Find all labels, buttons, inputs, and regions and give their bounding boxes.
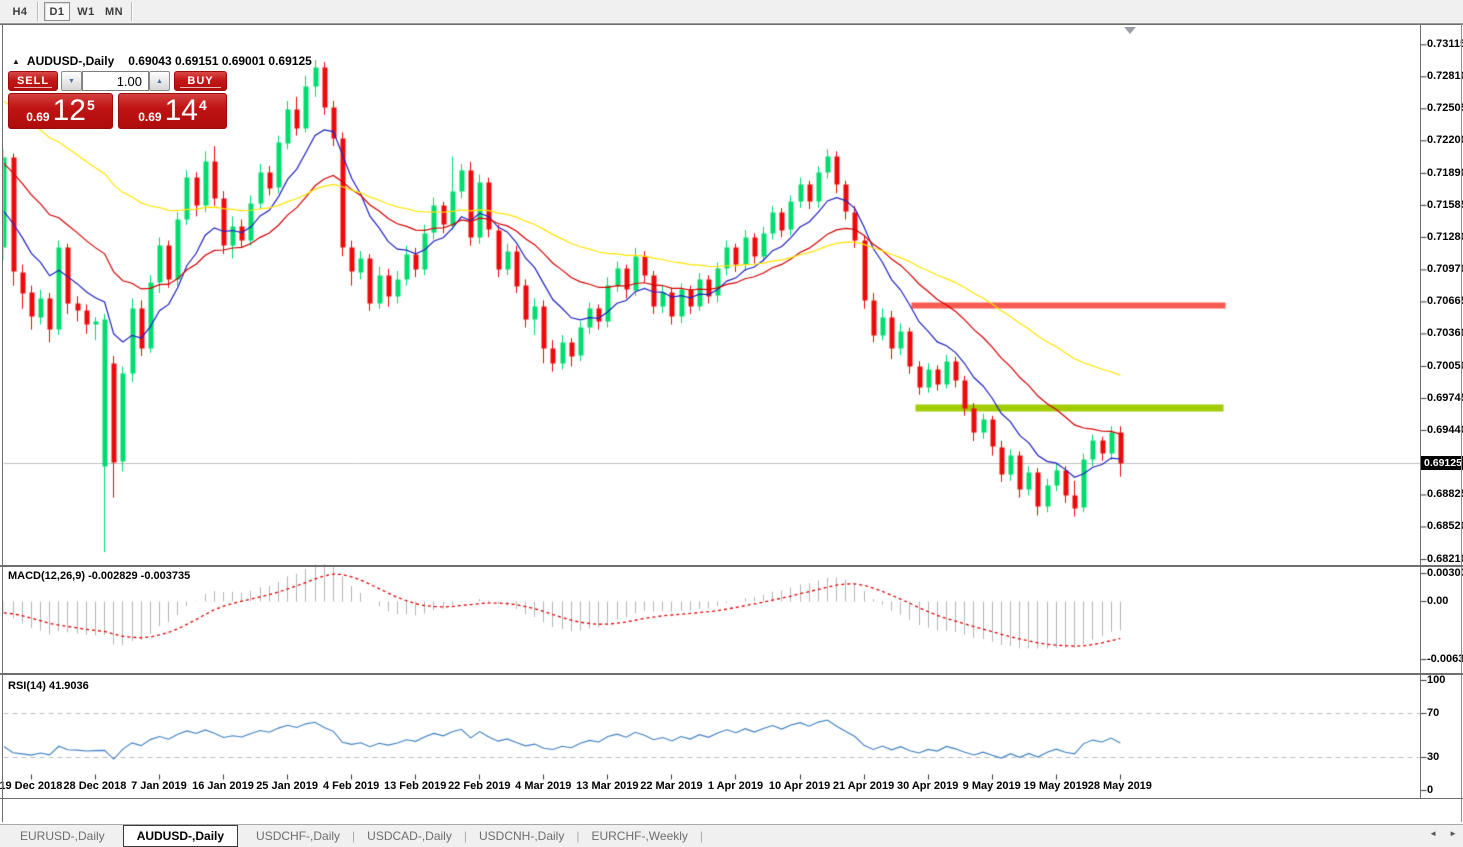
volume-input[interactable] (82, 71, 149, 91)
toolbar-separator (131, 2, 133, 21)
price-axis-label: 0.69745 (1427, 392, 1463, 404)
buy-price-button[interactable]: 0.69 14 4 (118, 93, 227, 129)
price-axis-label: 0.72505 (1427, 102, 1463, 114)
timeframe-button-h4[interactable]: H4 (8, 3, 32, 20)
price-axis-label: 0.68520 (1427, 520, 1463, 532)
tab-separator: | (700, 829, 703, 843)
price-axis-label: 0.73115 (1427, 38, 1463, 50)
price-axis-label: 0.71890 (1427, 167, 1463, 179)
macd-separator[interactable] (0, 565, 1463, 567)
rsi-axis-label: 70 (1427, 707, 1439, 719)
window-right-border (1461, 24, 1462, 822)
chart-canvas[interactable] (0, 24, 1463, 824)
price-axis-label: 0.70665 (1427, 295, 1463, 307)
down-arrow-icon: ▼ (68, 78, 75, 85)
price-axis-label: 0.72810 (1427, 70, 1463, 82)
timeframe-toolbar: H4 D1W1MN (0, 0, 1463, 24)
macd-axis-label: -0.006311 (1427, 653, 1463, 665)
tab-eurusd-daily[interactable]: EURUSD-,Daily (8, 825, 117, 847)
chart-window[interactable]: ▲ AUDUSD-,Daily 0.69043 0.69151 0.69001 … (0, 24, 1463, 824)
rsi-axis-label: 30 (1427, 751, 1439, 763)
rsi-bottom-border (0, 798, 1463, 799)
price-axis-label: 0.70360 (1427, 327, 1463, 339)
chart-title: ▲ AUDUSD-,Daily 0.69043 0.69151 0.69001 … (12, 54, 312, 68)
macd-indicator-label: MACD(12,26,9) -0.002829 -0.003735 (8, 570, 190, 582)
volume-decrease-button[interactable]: ▼ (61, 71, 82, 91)
price-axis-label: 0.71585 (1427, 199, 1463, 211)
volume-increase-button[interactable]: ▲ (149, 71, 170, 91)
tab-audusd-daily[interactable]: AUDUSD-,Daily (123, 825, 238, 847)
timeframe-button-mn[interactable]: MN (102, 3, 126, 20)
rsi-indicator-label: RSI(14) 41.9036 (8, 680, 89, 692)
chart-top-border (0, 24, 1463, 25)
rsi-axis-label: 0 (1427, 784, 1433, 796)
price-axis-label: 0.68210 (1427, 553, 1463, 565)
ohlc-values: 0.69043 0.69151 0.69001 0.69125 (128, 54, 312, 68)
collapse-triangle-icon[interactable]: ▲ (12, 57, 20, 66)
timeframe-button-w1[interactable]: W1 (74, 3, 98, 20)
plot-right-border (1420, 24, 1421, 798)
timeframe-button-d1[interactable]: D1 (44, 2, 70, 21)
tab-scroll-arrows: ◄ ► (1429, 829, 1457, 838)
price-axis-label: 0.71280 (1427, 231, 1463, 243)
tab-eurchf-weekly[interactable]: EURCHF-,Weekly (579, 825, 699, 847)
toolbar-separator (37, 2, 39, 21)
chart-shift-marker-icon[interactable] (1124, 27, 1136, 34)
tab-scroll-right-icon[interactable]: ► (1449, 829, 1457, 838)
rsi-axis-label: 100 (1427, 674, 1445, 686)
sell-button[interactable]: SELL (8, 71, 58, 91)
price-axis-label: 0.72200 (1427, 134, 1463, 146)
sell-price-pip: 5 (87, 97, 95, 113)
buy-price-base: 0.69 (138, 110, 161, 124)
sell-price-base: 0.69 (26, 110, 49, 124)
mt4-window: H4 D1W1MN ▲ AUDUSD-,Daily 0.69043 0.69151… (0, 0, 1463, 846)
buy-button[interactable]: BUY (174, 71, 227, 91)
price-axis-label: 0.70050 (1427, 360, 1463, 372)
sell-price-button[interactable]: 0.69 12 5 (8, 93, 113, 129)
rsi-separator[interactable] (0, 673, 1463, 675)
sell-price-big: 12 (53, 96, 86, 126)
macd-axis-label: 0.00 (1427, 595, 1448, 607)
buy-price-big: 14 (165, 96, 198, 126)
chart-left-border (2, 24, 3, 822)
tab-scroll-left-icon[interactable]: ◄ (1429, 829, 1437, 838)
tab-usdcad-daily[interactable]: USDCAD-,Daily (355, 825, 464, 847)
buy-price-pip: 4 (199, 97, 207, 113)
price-axis-label: 0.69440 (1427, 424, 1463, 436)
tab-usdchf-daily[interactable]: USDCHF-,Daily (244, 825, 352, 847)
chart-tabs-bar: EURUSD-,Daily AUDUSD-,Daily USDCHF-,Daily |… (0, 824, 1463, 847)
price-axis-label: 0.68825 (1427, 488, 1463, 500)
tab-usdcnh-daily[interactable]: USDCNH-,Daily (467, 825, 576, 847)
date-axis-label: 28 May 2019 (1078, 780, 1162, 792)
price-axis-label: 0.70970 (1427, 263, 1463, 275)
current-price-label: 0.69125 (1421, 456, 1463, 470)
symbol-label: AUDUSD-,Daily (27, 54, 114, 68)
up-arrow-icon: ▲ (156, 78, 163, 85)
macd-axis-label: 0.003035 (1427, 567, 1463, 579)
